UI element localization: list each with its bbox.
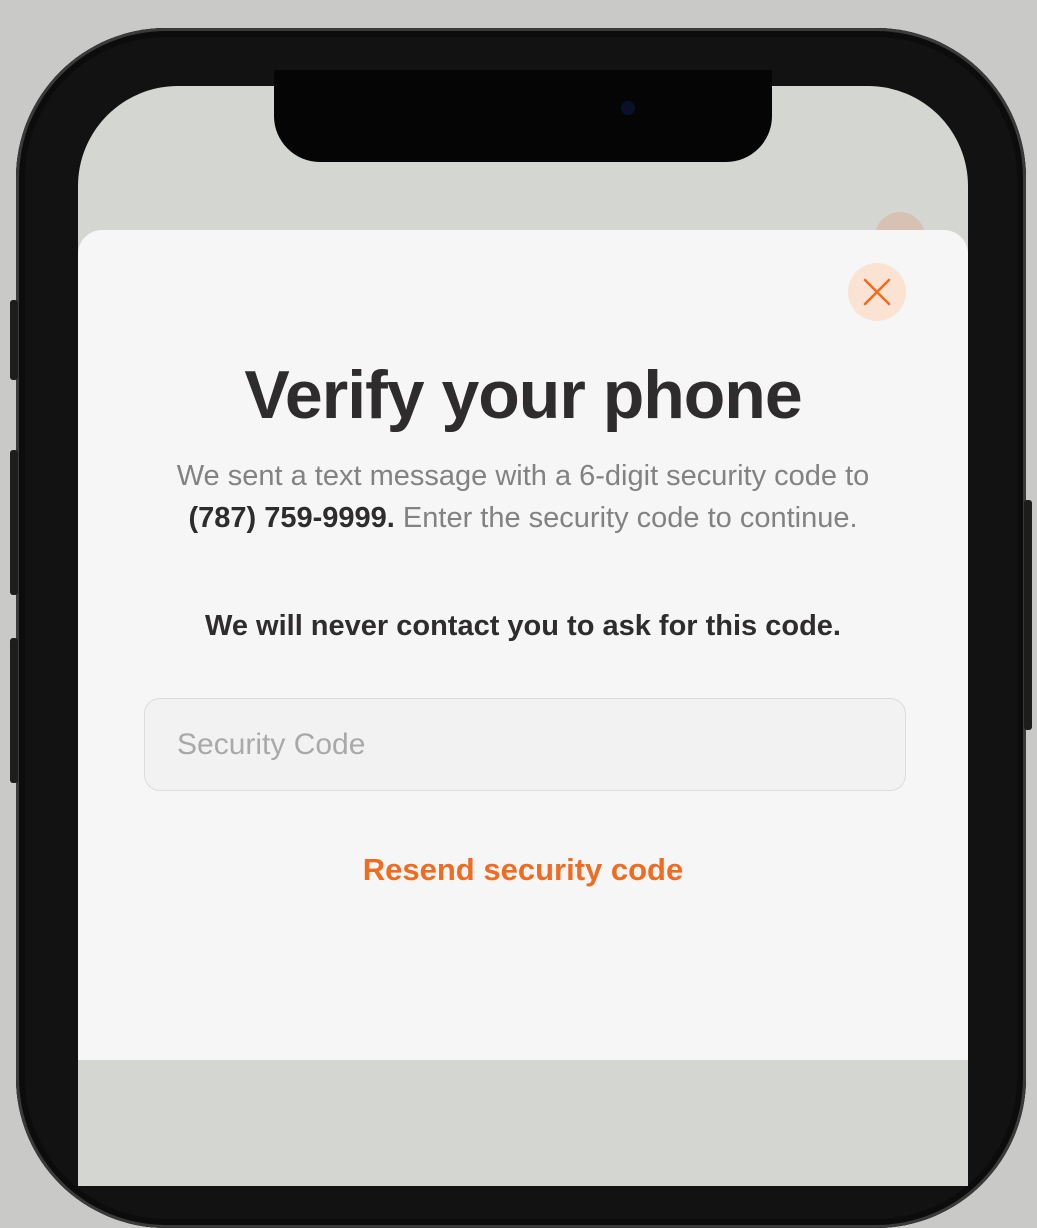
verify-phone-sheet [78,230,968,1060]
close-button[interactable] [848,263,906,321]
phone-volume-up-button [10,450,18,595]
security-code-input[interactable] [144,698,906,791]
phone-side-button [10,300,18,380]
phone-volume-down-button [10,638,18,783]
front-camera [622,102,634,114]
description-text-before: We sent a text message with a 6-digit se… [176,460,870,492]
verification-description: We sent a text message with a 6-digit se… [148,455,898,539]
resend-code-link[interactable]: Resend security code [78,852,968,888]
phone-power-button [1024,500,1032,730]
close-icon [863,278,891,306]
description-text-after: Enter the security code to continue. [394,502,858,534]
phone-notch [274,70,772,162]
page-title: Verify your phone [244,357,802,433]
phone-number: (787) 759-9999. [188,502,395,534]
security-warning: We will never contact you to ask for thi… [204,610,841,642]
